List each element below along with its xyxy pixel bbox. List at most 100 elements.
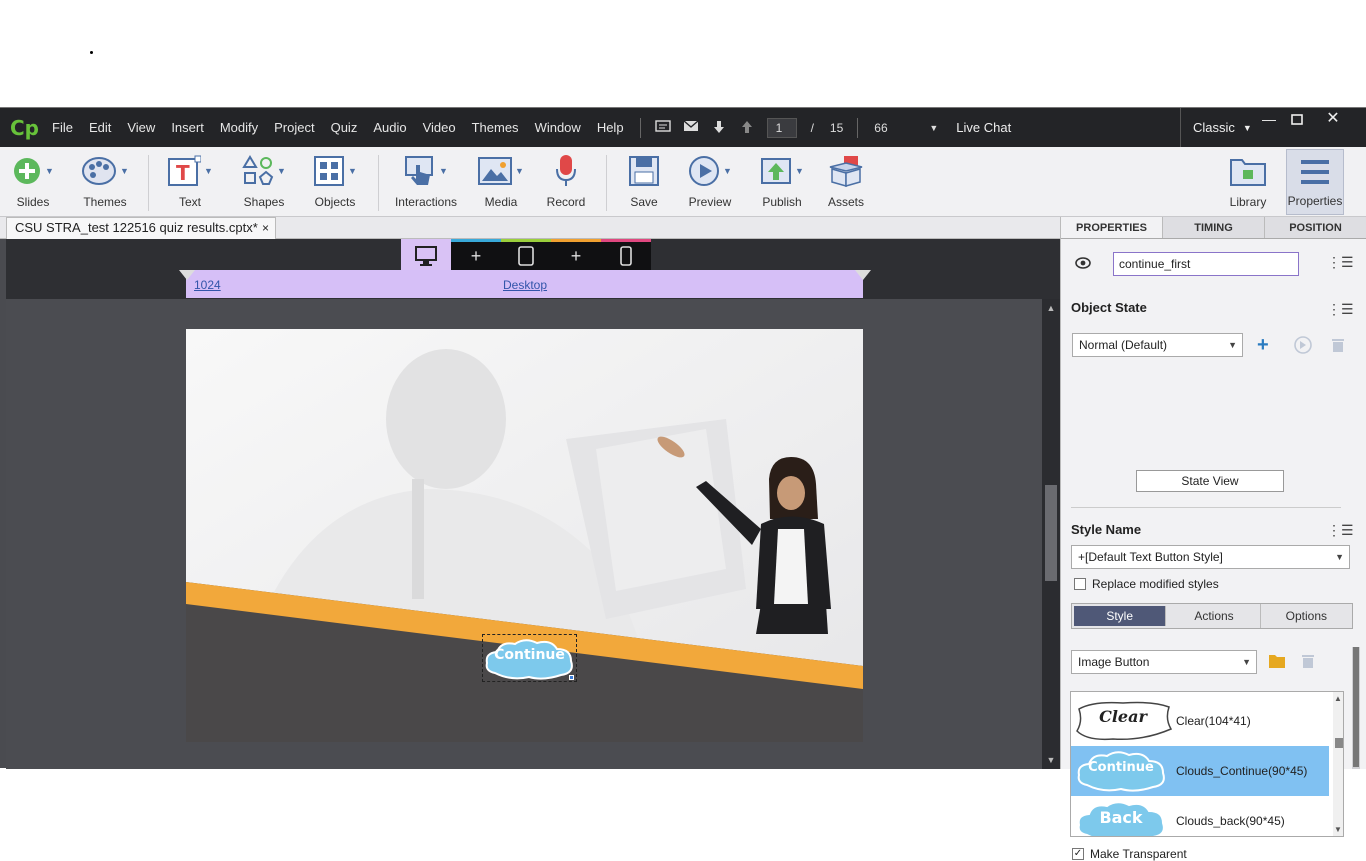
floppy-disk-icon	[624, 153, 664, 189]
clear-preview-text: Clear	[1099, 707, 1147, 726]
scrollbar-thumb[interactable]	[1335, 738, 1343, 748]
add-breakpoint-icon[interactable]: +	[451, 239, 501, 270]
current-slide-input[interactable]: 1	[766, 117, 797, 138]
breakpoint-tabs: + +	[401, 239, 651, 270]
object-name-input[interactable]: continue_first	[1113, 252, 1299, 276]
mail-icon[interactable]	[683, 119, 699, 136]
tablet-breakpoint-tab[interactable]	[501, 239, 551, 270]
tab-position[interactable]: POSITION	[1265, 217, 1366, 238]
slide[interactable]: Continue	[186, 329, 863, 742]
folder-icon[interactable]	[1268, 653, 1286, 672]
style-menu-icon[interactable]: ⋮☰	[1327, 522, 1354, 539]
close-icon[interactable]: ×	[262, 218, 269, 238]
tab-options[interactable]: Options	[1261, 604, 1352, 628]
objects-icon: ▼	[310, 153, 360, 189]
trash-icon[interactable]	[1331, 337, 1345, 356]
maximize-icon[interactable]	[1282, 108, 1312, 132]
live-chat-link[interactable]: Live Chat	[956, 120, 1011, 135]
media-button[interactable]: ▼ Media	[476, 153, 526, 213]
publish-button[interactable]: ▼ Publish	[758, 153, 806, 213]
menu-project[interactable]: Project	[266, 108, 322, 147]
text-label: Text	[178, 195, 201, 209]
previous-slide-icon[interactable]	[739, 120, 755, 136]
list-item[interactable]: Continue Clouds_Continue(90*45)	[1071, 746, 1329, 796]
preview-button[interactable]: ▼ Preview	[686, 153, 734, 213]
menu-help[interactable]: Help	[589, 108, 632, 147]
objects-button[interactable]: ▼ Objects	[310, 153, 360, 213]
stage-vertical-scrollbar[interactable]: ▲ ▼	[1042, 299, 1060, 769]
replace-modified-checkbox[interactable]: Replace modified styles	[1074, 577, 1219, 591]
menu-view[interactable]: View	[119, 108, 163, 147]
zoom-select[interactable]: 66 ▼	[866, 118, 942, 138]
menu-file[interactable]: File	[44, 108, 81, 147]
resize-handle[interactable]	[569, 675, 574, 680]
ruler-right-handle[interactable]	[855, 270, 871, 280]
breakpoint-name[interactable]: Desktop	[503, 278, 547, 292]
properties-button[interactable]: Properties	[1286, 149, 1344, 215]
make-transparent-checkbox[interactable]: ✓ Make Transparent	[1072, 847, 1187, 861]
document-tab[interactable]: CSU STRA_test 122516 quiz results.cptx* …	[6, 217, 276, 239]
tab-properties[interactable]: PROPERTIES	[1061, 217, 1163, 238]
ruler-left-handle[interactable]	[179, 270, 195, 280]
assets-button[interactable]: Assets	[826, 153, 866, 213]
desktop-breakpoint-tab[interactable]	[401, 239, 451, 270]
menu-insert[interactable]: Insert	[163, 108, 212, 147]
panel-menu-icon[interactable]: ⋮☰	[1327, 254, 1354, 271]
style-name-select[interactable]: +[Default Text Button Style] ▼	[1071, 545, 1350, 569]
menu-modify[interactable]: Modify	[212, 108, 266, 147]
scroll-up-icon[interactable]: ▲	[1045, 303, 1057, 313]
add-state-icon[interactable]: +	[1257, 335, 1269, 355]
menu-window[interactable]: Window	[527, 108, 589, 147]
minimize-icon[interactable]: —	[1254, 108, 1284, 132]
scroll-down-icon[interactable]: ▼	[1045, 755, 1057, 765]
record-button[interactable]: Record	[546, 153, 586, 213]
menu-themes[interactable]: Themes	[464, 108, 527, 147]
button-type-select[interactable]: Image Button ▼	[1071, 650, 1257, 674]
menu-video[interactable]: Video	[415, 108, 464, 147]
object-state-value: Normal (Default)	[1079, 338, 1168, 352]
interactions-button[interactable]: ▼ Interactions	[394, 153, 458, 213]
next-slide-icon[interactable]	[711, 120, 727, 136]
properties-panel: PROPERTIES TIMING POSITION continue_firs…	[1060, 217, 1366, 861]
slides-button[interactable]: ▼ Slides	[10, 153, 56, 213]
comment-icon[interactable]	[654, 119, 671, 136]
slide-count-slash: /	[810, 120, 814, 135]
close-icon[interactable]: ✕	[1318, 108, 1348, 132]
checkbox-checked[interactable]: ✓	[1072, 848, 1084, 860]
text-button[interactable]: T ▼ Text	[166, 153, 214, 213]
list-item[interactable]: Back Clouds_back(90*45)	[1071, 796, 1329, 836]
checkbox-box[interactable]	[1074, 578, 1086, 590]
state-view-button[interactable]: State View	[1136, 470, 1284, 492]
workspace-select[interactable]: Classic ▼	[1180, 108, 1252, 147]
breakpoint-ruler: 1024 Desktop	[186, 270, 863, 298]
themes-button[interactable]: ▼ Themes	[78, 153, 132, 213]
list-scrollbar[interactable]: ▲ ▼	[1333, 692, 1343, 836]
box-icon	[826, 153, 866, 189]
scrollbar-thumb[interactable]	[1353, 647, 1359, 767]
object-state-select[interactable]: Normal (Default) ▼	[1072, 333, 1243, 357]
state-menu-icon[interactable]: ⋮☰	[1327, 301, 1354, 318]
style-name-value: +[Default Text Button Style]	[1078, 550, 1223, 564]
list-item[interactable]: Clear Clear(104*41)	[1071, 696, 1329, 746]
themes-label: Themes	[83, 195, 127, 209]
tab-timing[interactable]: TIMING	[1163, 217, 1265, 238]
continue-button[interactable]: Continue	[482, 634, 577, 682]
menu-edit[interactable]: Edit	[81, 108, 119, 147]
breakpoint-width[interactable]: 1024	[194, 278, 221, 292]
tab-actions[interactable]: Actions	[1168, 604, 1261, 628]
shapes-button[interactable]: ▼ Shapes	[240, 153, 288, 213]
reset-state-icon[interactable]	[1294, 336, 1312, 357]
library-button[interactable]: Library	[1226, 153, 1270, 213]
menu-quiz[interactable]: Quiz	[323, 108, 366, 147]
visibility-eye-icon[interactable]	[1075, 257, 1091, 272]
menu-audio[interactable]: Audio	[365, 108, 414, 147]
trash-icon[interactable]	[1301, 653, 1315, 672]
save-button[interactable]: Save	[624, 153, 664, 213]
tab-style[interactable]: Style	[1074, 606, 1167, 626]
add-breakpoint-icon[interactable]: +	[551, 239, 601, 270]
scroll-up-icon[interactable]: ▲	[1334, 694, 1342, 703]
mobile-breakpoint-tab[interactable]	[601, 239, 651, 270]
panel-scrollbar[interactable]	[1352, 647, 1360, 769]
scrollbar-thumb[interactable]	[1045, 485, 1057, 581]
scroll-down-icon[interactable]: ▼	[1334, 825, 1342, 834]
